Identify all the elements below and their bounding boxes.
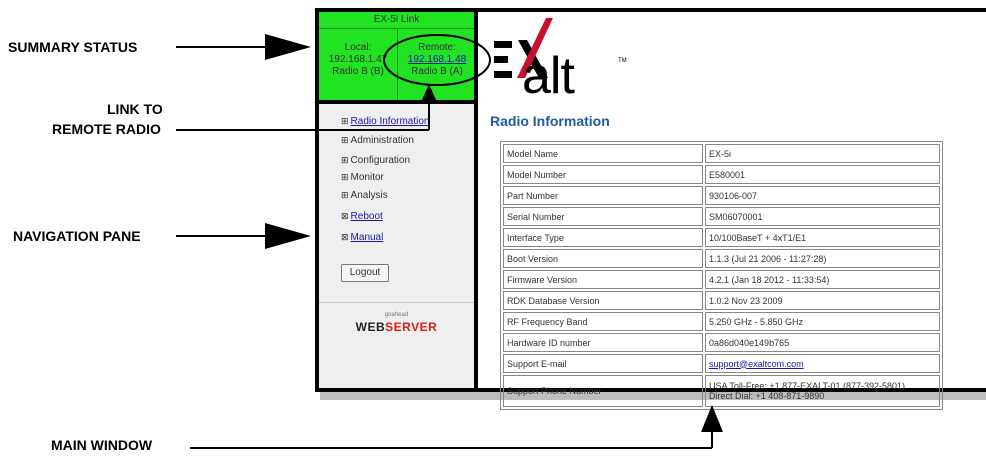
remote-link-highlight-ellipse [383, 34, 491, 86]
main-window-arrowhead [701, 405, 723, 432]
summary-status-arrowhead [265, 34, 311, 60]
callout-arrows [176, 34, 723, 449]
remote-link-arrowhead [422, 84, 436, 100]
navigation-pane-arrowhead [265, 223, 311, 249]
